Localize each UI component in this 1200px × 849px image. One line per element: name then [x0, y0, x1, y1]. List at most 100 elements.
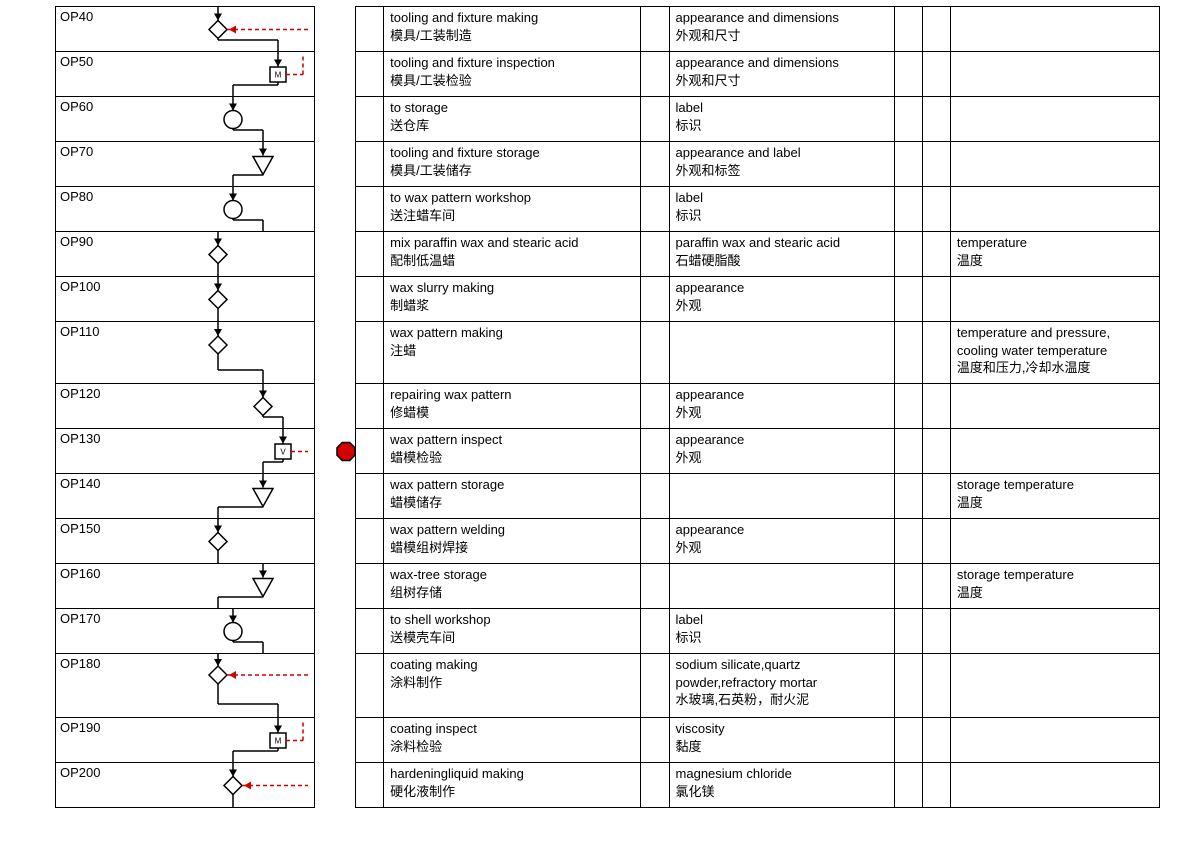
flow-diagram-cell: [108, 474, 314, 518]
col-param: [950, 384, 1159, 429]
op-row: OP160: [56, 564, 314, 609]
col-blank-1: [356, 97, 384, 142]
flow-diagram-cell: [108, 763, 314, 807]
col-param: [950, 52, 1159, 97]
col-blank-4: [922, 384, 950, 429]
flow-diagram-cell: [108, 654, 314, 717]
table-row: coating making涂料制作 sodium silicate,quartz…: [356, 654, 1160, 718]
col-blank-3: [894, 718, 922, 763]
col-blank-3: [894, 142, 922, 187]
op-id: OP180: [56, 654, 108, 673]
col-blank-1: [356, 564, 384, 609]
col-blank-4: [922, 97, 950, 142]
col-description: coating inspect涂料检验: [384, 718, 641, 763]
col-check: label标识: [669, 97, 894, 142]
table-row: wax pattern making注蜡 temperature and pres…: [356, 322, 1160, 384]
col-blank-1: [356, 142, 384, 187]
op-id: OP170: [56, 609, 108, 628]
col-blank-2: [641, 232, 669, 277]
col-blank-1: [356, 322, 384, 384]
col-blank-2: [641, 97, 669, 142]
op-id: OP100: [56, 277, 108, 296]
col-blank-1: [356, 654, 384, 718]
col-description: coating making涂料制作: [384, 654, 641, 718]
op-row: OP120: [56, 384, 314, 429]
op-id: OP190: [56, 718, 108, 737]
col-description: wax pattern making注蜡: [384, 322, 641, 384]
op-id: OP160: [56, 564, 108, 583]
col-blank-3: [894, 763, 922, 808]
table-row: wax pattern inspect蜡模检验appearance外观: [356, 429, 1160, 474]
col-check: [669, 322, 894, 384]
col-blank-1: [356, 429, 384, 474]
col-blank-2: [641, 277, 669, 322]
col-blank-4: [922, 718, 950, 763]
svg-text:M: M: [275, 737, 282, 746]
col-param: [950, 7, 1159, 52]
col-blank-2: [641, 564, 669, 609]
op-id: OP60: [56, 97, 108, 116]
table-row: to shell workshop送模壳车间label标识: [356, 609, 1160, 654]
op-id: OP200: [56, 763, 108, 782]
col-blank-3: [894, 187, 922, 232]
table-row: to storage送仓库 label标识: [356, 97, 1160, 142]
op-row: OP60: [56, 97, 314, 142]
op-row: OP180: [56, 654, 314, 718]
flow-diagram-cell: [108, 564, 314, 608]
col-blank-3: [894, 232, 922, 277]
col-param: [950, 763, 1159, 808]
flow-diagram-cell: [108, 609, 314, 653]
op-row: OP140: [56, 474, 314, 519]
op-row: OP110: [56, 322, 314, 384]
col-blank-4: [922, 474, 950, 519]
flow-diagram-cell: V: [108, 429, 314, 473]
col-blank-4: [922, 7, 950, 52]
col-check: appearance外观: [669, 429, 894, 474]
flow-diagram-cell: [108, 187, 314, 231]
op-row: OP200: [56, 763, 314, 808]
op-row: OP100: [56, 277, 314, 322]
table-row: to wax pattern workshop送注蜡车间label标识: [356, 187, 1160, 232]
col-blank-3: [894, 564, 922, 609]
col-blank-3: [894, 609, 922, 654]
col-param: [950, 97, 1159, 142]
table-row: coating inspect涂料检验 viscosity黏度: [356, 718, 1160, 763]
col-check: viscosity黏度: [669, 718, 894, 763]
op-row: OP190 M: [56, 718, 314, 763]
svg-text:M: M: [275, 71, 282, 80]
col-blank-4: [922, 142, 950, 187]
op-row: OP170: [56, 609, 314, 654]
op-row: OP70: [56, 142, 314, 187]
col-check: magnesium chloride氯化镁: [669, 763, 894, 808]
col-description: tooling and fixture storage模具/工装储存: [384, 142, 641, 187]
col-description: tooling and fixture making模具/工装制造: [384, 7, 641, 52]
flow-diagram-cell: [108, 277, 314, 321]
col-blank-1: [356, 609, 384, 654]
col-param: temperature and pressure, cooling water …: [950, 322, 1159, 384]
col-blank-4: [922, 277, 950, 322]
col-blank-4: [922, 763, 950, 808]
col-check: appearance and dimensions外观和尺寸: [669, 52, 894, 97]
col-param: [950, 277, 1159, 322]
flow-diagram-cell: [108, 97, 314, 141]
col-check: sodium silicate,quartz powder,refractory…: [669, 654, 894, 718]
col-check: [669, 474, 894, 519]
op-id: OP50: [56, 52, 108, 71]
col-blank-3: [894, 654, 922, 718]
op-row: OP130V: [56, 429, 314, 474]
flow-diagram-cell: M: [108, 52, 314, 96]
col-blank-3: [894, 97, 922, 142]
op-id: OP90: [56, 232, 108, 251]
col-blank-2: [641, 52, 669, 97]
col-description: to storage送仓库: [384, 97, 641, 142]
col-blank-3: [894, 474, 922, 519]
col-description: to shell workshop送模壳车间: [384, 609, 641, 654]
col-blank-2: [641, 187, 669, 232]
col-blank-4: [922, 187, 950, 232]
col-check: paraffin wax and stearic acid石蜡硬脂酸: [669, 232, 894, 277]
flow-diagram-cell: [108, 384, 314, 428]
process-table: tooling and fixture making模具/工装制造 appeara…: [355, 6, 1160, 808]
col-blank-2: [641, 142, 669, 187]
op-row: OP40: [56, 7, 314, 52]
table-row: tooling and fixture inspection模具/工装检验app…: [356, 52, 1160, 97]
